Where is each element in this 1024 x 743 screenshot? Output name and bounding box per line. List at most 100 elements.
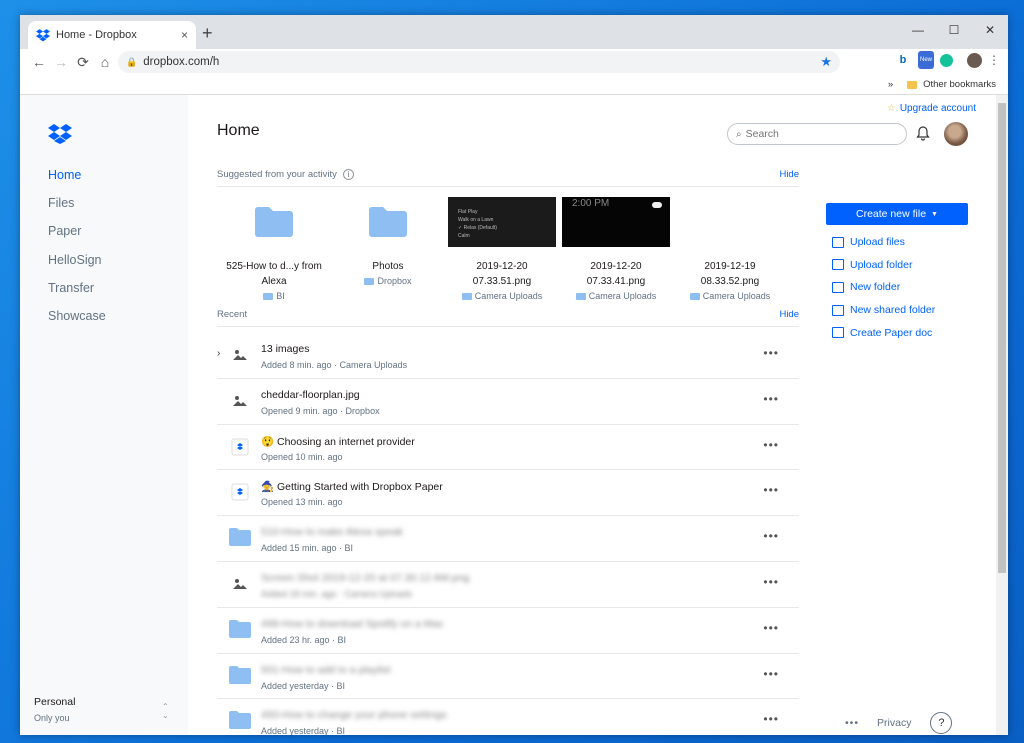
create-paper-doc-action[interactable]: Create Paper doc: [826, 321, 968, 344]
suggested-item[interactable]: Flat Play Walk on a Lawn ✓ Relax (Default)…: [445, 197, 559, 301]
table-row[interactable]: 510-How to make Alexa speak Added 15 min.…: [217, 516, 799, 562]
search-icon: ⌕: [736, 128, 742, 140]
browser-tab[interactable]: Home - Dropbox ×: [28, 21, 196, 49]
account-switcher[interactable]: Personal Only you ⌃ ⌄: [34, 696, 169, 723]
row-more-button[interactable]: •••: [763, 392, 779, 406]
new-folder-action[interactable]: New folder: [826, 276, 968, 299]
sidebar-item-hellosign[interactable]: HelloSign: [48, 253, 106, 281]
avatar[interactable]: [944, 122, 968, 146]
sidebar-item-home[interactable]: Home: [48, 168, 106, 196]
window-controls: — ☐ ✕: [900, 15, 1008, 45]
suggested-item-name-1: 525-How to d...y from: [226, 261, 322, 272]
suggested-item[interactable]: 525-How to d...y from Alexa BI: [217, 197, 331, 301]
sidebar-item-showcase[interactable]: Showcase: [48, 309, 106, 337]
upload-folder-action[interactable]: Upload folder: [826, 254, 968, 277]
row-meta: Added 23 hr. ago · BI: [261, 634, 347, 645]
bookmark-star-icon[interactable]: ★: [820, 54, 832, 70]
forward-icon[interactable]: →: [50, 54, 72, 70]
folder-icon: [229, 711, 251, 731]
minimize-button[interactable]: —: [900, 15, 936, 45]
row-more-button[interactable]: •••: [763, 712, 779, 726]
sidebar-item-paper[interactable]: Paper: [48, 224, 106, 252]
table-row[interactable]: 493-How to change your phone settings Add…: [217, 699, 799, 735]
suggested-item[interactable]: 2019-12-19 08.33.52.png Camera Uploads: [673, 197, 787, 301]
more-options-button[interactable]: •••: [845, 717, 859, 729]
grammarly-icon[interactable]: [940, 53, 953, 67]
row-more-button[interactable]: •••: [763, 529, 779, 543]
recent-hide-button[interactable]: Hide: [779, 309, 799, 320]
upgrade-account-link[interactable]: ☆ Upgrade account: [887, 103, 976, 114]
suggested-item-name-2: 08.33.52.png: [700, 276, 760, 287]
row-more-button[interactable]: •••: [763, 575, 779, 589]
back-icon[interactable]: ←: [28, 54, 50, 70]
suggested-item-location: Dropbox: [377, 276, 412, 286]
bell-icon[interactable]: [915, 125, 931, 141]
image-icon: [229, 345, 251, 365]
screenshot-thumbnail: 2:00 PM: [562, 197, 670, 247]
suggested-item-location: Camera Uploads: [588, 291, 657, 301]
browser-menu-icon[interactable]: ⋮: [988, 53, 1000, 67]
row-meta: Opened 9 min. ago · Dropbox: [261, 405, 380, 416]
info-icon[interactable]: i: [342, 169, 354, 180]
address-bar[interactable]: 🔒 dropbox.com/h ★: [118, 51, 840, 73]
table-row[interactable]: 501-How to add to a playlist Added yester…: [217, 654, 799, 700]
table-row[interactable]: › 13 images Added 8 min. ago · Camera Uplo…: [217, 333, 799, 379]
upload-files-action[interactable]: Upload files: [826, 231, 968, 254]
recent-list: › 13 images Added 8 min. ago · Camera Uplo…: [217, 333, 799, 735]
search-box[interactable]: ⌕: [727, 123, 907, 145]
suggested-header: Suggested from your activity i Hide: [217, 169, 799, 187]
home-icon[interactable]: ⌂: [94, 54, 116, 70]
table-row[interactable]: 😲 Choosing an internet provider Opened 10…: [217, 425, 799, 471]
extension-new-icon[interactable]: New: [918, 51, 934, 69]
sidebar-item-transfer[interactable]: Transfer: [48, 281, 106, 309]
row-more-button[interactable]: •••: [763, 667, 779, 681]
close-window-button[interactable]: ✕: [972, 15, 1008, 45]
folder-icon: [575, 292, 586, 300]
expand-chevron-icon[interactable]: ›: [217, 348, 220, 359]
suggested-item-name-1: 2019-12-20: [590, 261, 642, 272]
row-meta: Opened 10 min. ago: [261, 451, 343, 462]
row-more-button[interactable]: •••: [763, 483, 779, 497]
suggested-item[interactable]: Photos Dropbox: [331, 197, 445, 301]
privacy-link[interactable]: Privacy: [877, 717, 911, 729]
bookmarks-overflow-icon[interactable]: »: [888, 79, 893, 90]
row-name: 501-How to add to a playlist: [261, 663, 391, 676]
scrollbar[interactable]: [996, 95, 1008, 735]
suggested-item-location: BI: [276, 291, 285, 301]
suggested-hide-button[interactable]: Hide: [779, 169, 799, 180]
row-meta: Added 18 min. ago · Camera Uploads: [261, 588, 413, 599]
extensions: b New ⋮: [894, 51, 1000, 69]
scrollbar-thumb[interactable]: [998, 103, 1006, 573]
reload-icon[interactable]: ⟳: [72, 54, 94, 71]
folder-icon: [364, 277, 375, 285]
help-button[interactable]: ?: [930, 712, 953, 734]
row-more-button[interactable]: •••: [763, 438, 779, 452]
table-row[interactable]: 499-How to download Spotify on a Mac Adde…: [217, 608, 799, 654]
row-more-button[interactable]: •••: [763, 621, 779, 635]
create-paper-doc-label: Create Paper doc: [850, 326, 933, 339]
upload-folder-label: Upload folder: [850, 258, 913, 271]
create-new-file-button[interactable]: Create new file ▼: [826, 203, 968, 225]
folder-icon: [229, 528, 251, 548]
new-shared-folder-action[interactable]: New shared folder: [826, 299, 968, 322]
tab-close-icon[interactable]: ×: [181, 28, 188, 42]
new-tab-button[interactable]: +: [202, 23, 213, 44]
browser-toolbar: ← → ⟳ ⌂ 🔒 dropbox.com/h ★ b New ⋮: [20, 49, 1008, 75]
row-meta: Added yesterday · BI: [261, 726, 346, 735]
maximize-button[interactable]: ☐: [936, 15, 972, 45]
profile-icon[interactable]: [967, 52, 982, 68]
table-row[interactable]: 🧙 Getting Started with Dropbox Paper Open…: [217, 470, 799, 517]
table-row[interactable]: Screen Shot 2019-12-20 at 07.30.12 AM.pn…: [217, 562, 799, 608]
sidebar-item-files[interactable]: Files: [48, 196, 106, 224]
suggested-item-name-1: Photos: [372, 261, 404, 272]
suggested-item[interactable]: 2:00 PM 2019-12-20 07.33.41.png Camera Uplo…: [559, 197, 673, 301]
table-row[interactable]: cheddar-floorplan.jpg Opened 9 min. ago ·…: [217, 379, 799, 425]
dropbox-logo-icon[interactable]: [48, 124, 72, 144]
url-text: dropbox.com/h: [143, 56, 220, 68]
paper-doc-icon: [832, 327, 844, 339]
dropbox-favicon-icon: [36, 29, 50, 42]
search-input[interactable]: [745, 128, 886, 140]
other-bookmarks[interactable]: Other bookmarks: [923, 79, 996, 90]
extension-b-icon[interactable]: b: [894, 51, 912, 69]
row-more-button[interactable]: •••: [763, 346, 779, 360]
